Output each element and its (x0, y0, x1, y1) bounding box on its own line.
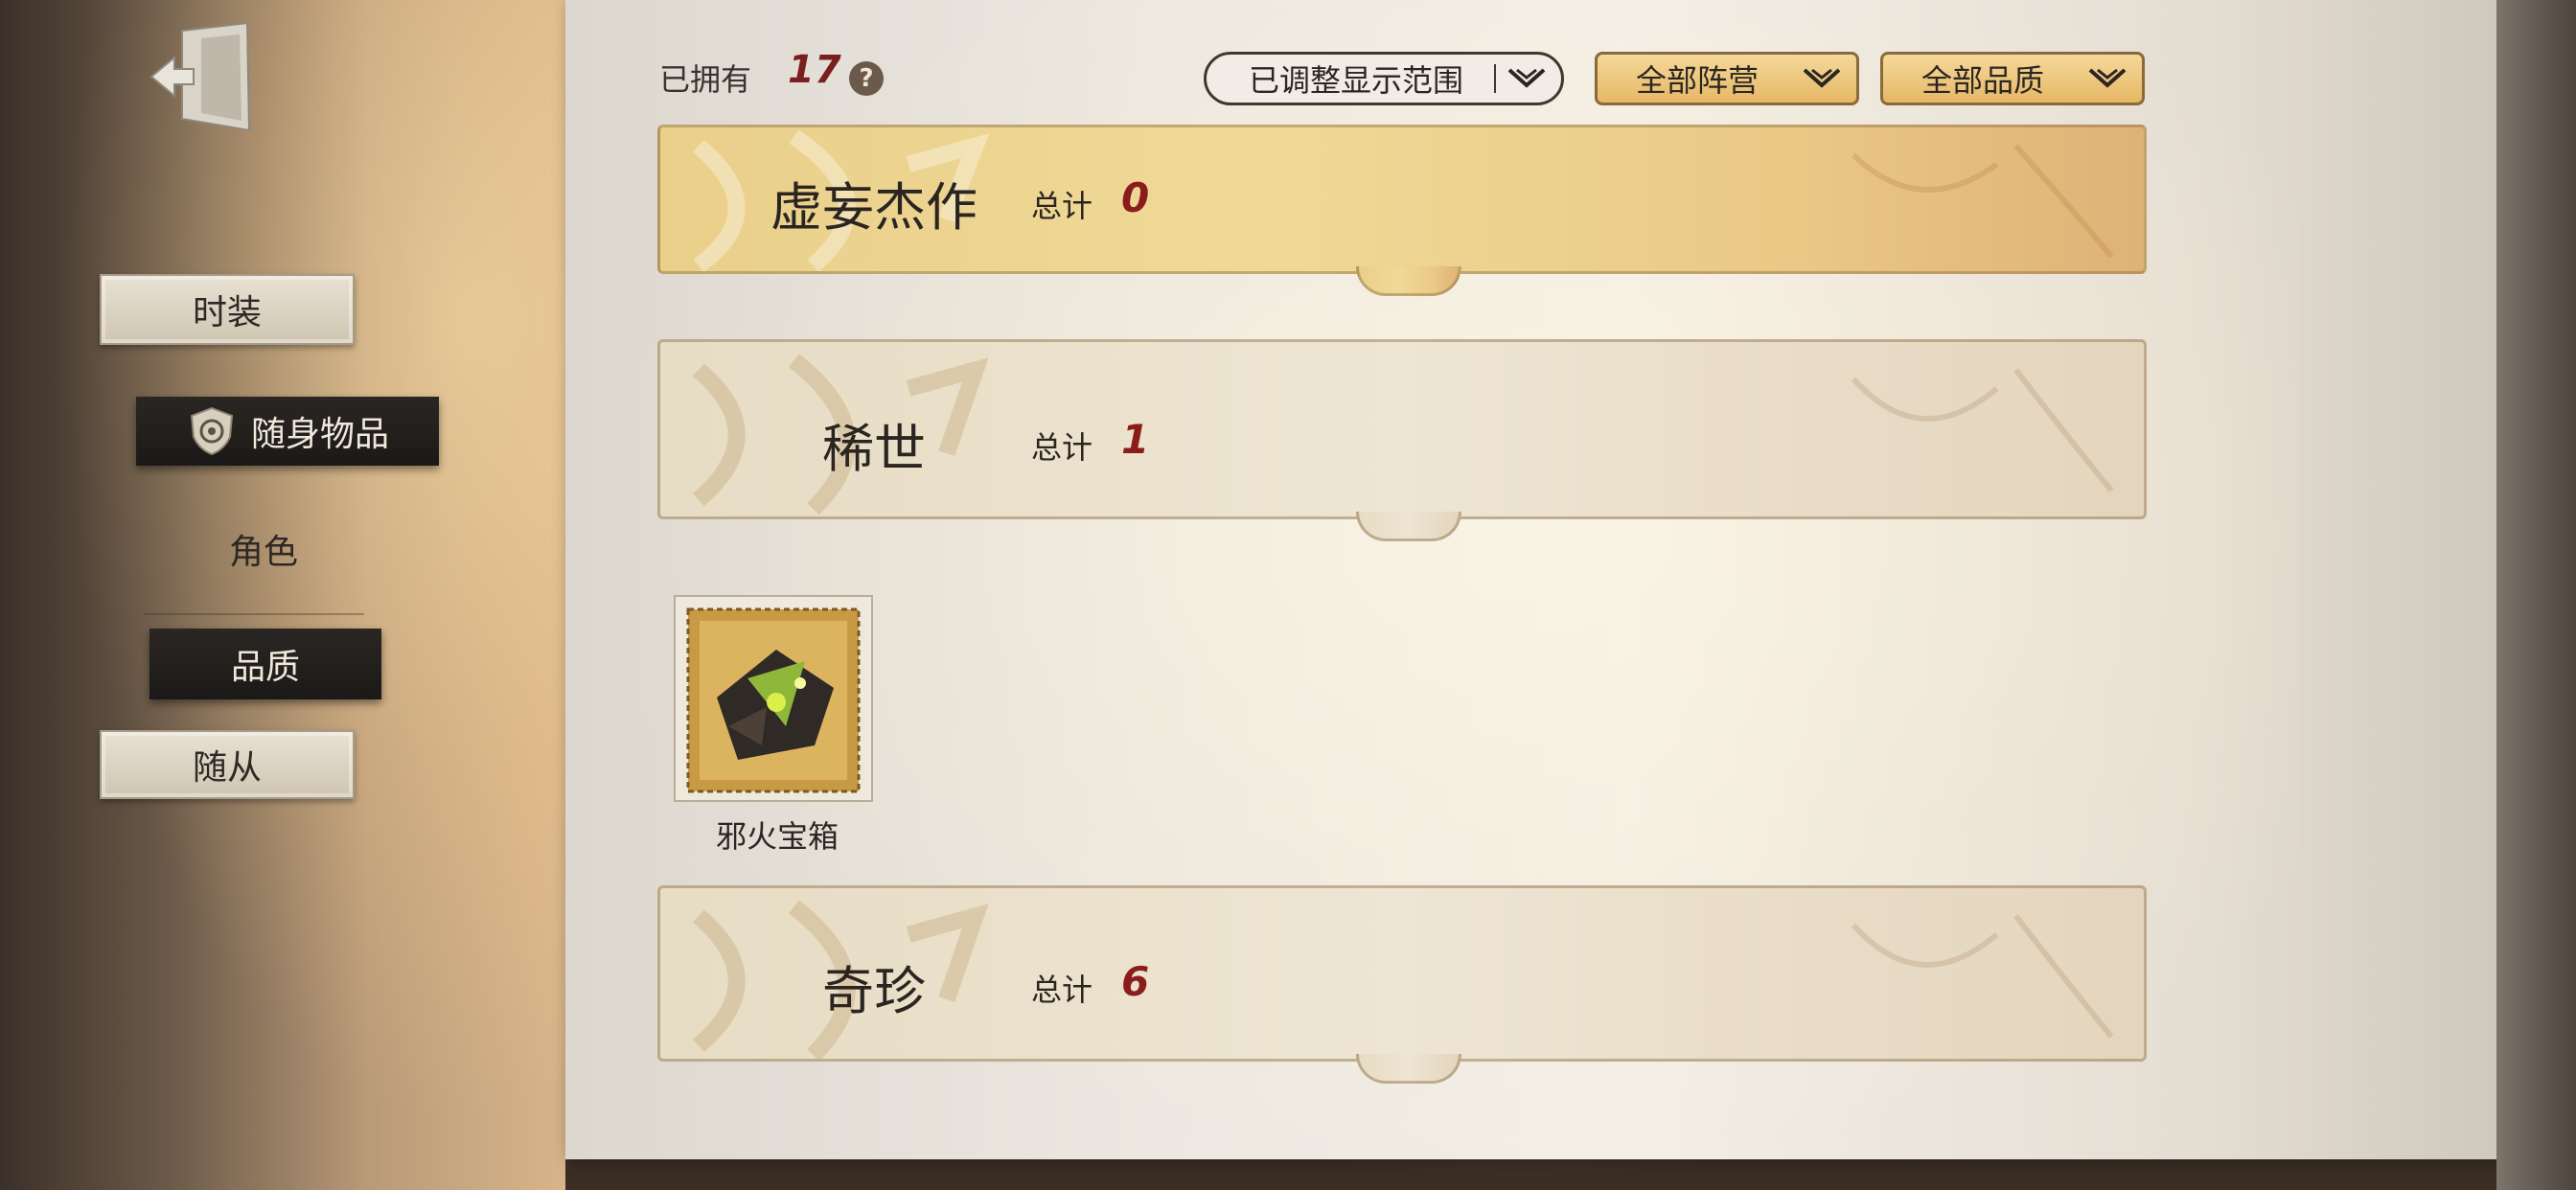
nav-item-follower[interactable]: 随从 (100, 730, 355, 799)
shield-emblem-icon (190, 406, 234, 456)
faction-filter-label: 全部阵营 (1636, 62, 1760, 99)
nav-item-label: 品质 (230, 648, 300, 687)
range-filter-label: 已调整显示范围 (1249, 62, 1464, 99)
nav-item-label: 角色 (228, 533, 298, 572)
item-name: 邪火宝箱 (715, 818, 839, 855)
nav-item-label: 随从 (192, 748, 262, 788)
paper-edge (2496, 0, 2576, 1190)
nav-item-fashion[interactable]: 时装 (100, 274, 355, 345)
nav-item-character[interactable]: 角色 (144, 517, 383, 581)
chevron-down-icon (2088, 68, 2127, 88)
category-name: 奇珍 (822, 961, 926, 1021)
category-total-count: 6 (1121, 958, 1150, 1005)
category-total-count: 1 (1121, 416, 1150, 463)
category-total-label: 总计 (1031, 972, 1093, 1008)
left-panel: 时装 随身物品 角色 品质 随从 (0, 0, 565, 1190)
quality-filter-dropdown[interactable]: 全部品质 (1880, 52, 2145, 105)
nav-item-label: 随身物品 (250, 415, 389, 454)
category-name: 稀世 (822, 419, 926, 479)
exit-door-icon[interactable] (144, 19, 259, 134)
owned-label: 已拥有 (659, 61, 752, 98)
category-notch (1356, 512, 1461, 541)
nav-item-belongings[interactable]: 随身物品 (136, 397, 439, 466)
item-card-evil-fire-chest[interactable] (671, 592, 876, 805)
category-total-label: 总计 (1031, 188, 1093, 224)
range-filter-dropdown[interactable]: 已调整显示范围 (1204, 52, 1564, 105)
chevron-down-icon (1507, 68, 1546, 88)
category-name: 虚妄杰作 (770, 177, 978, 238)
category-total-count: 0 (1121, 174, 1150, 221)
dropdown-separator (1494, 64, 1496, 93)
chevron-down-icon (1803, 68, 1841, 88)
nav-divider (144, 613, 364, 615)
category-total-label: 总计 (1031, 429, 1093, 466)
nav-item-quality[interactable]: 品质 (150, 629, 381, 699)
question-icon[interactable]: ? (849, 61, 884, 96)
category-notch (1356, 1054, 1461, 1084)
category-notch (1356, 266, 1461, 296)
quality-filter-label: 全部品质 (1921, 62, 2045, 99)
owned-count: 17 (788, 48, 841, 92)
faction-filter-dropdown[interactable]: 全部阵营 (1595, 52, 1859, 105)
nav-item-label: 时装 (192, 293, 262, 332)
